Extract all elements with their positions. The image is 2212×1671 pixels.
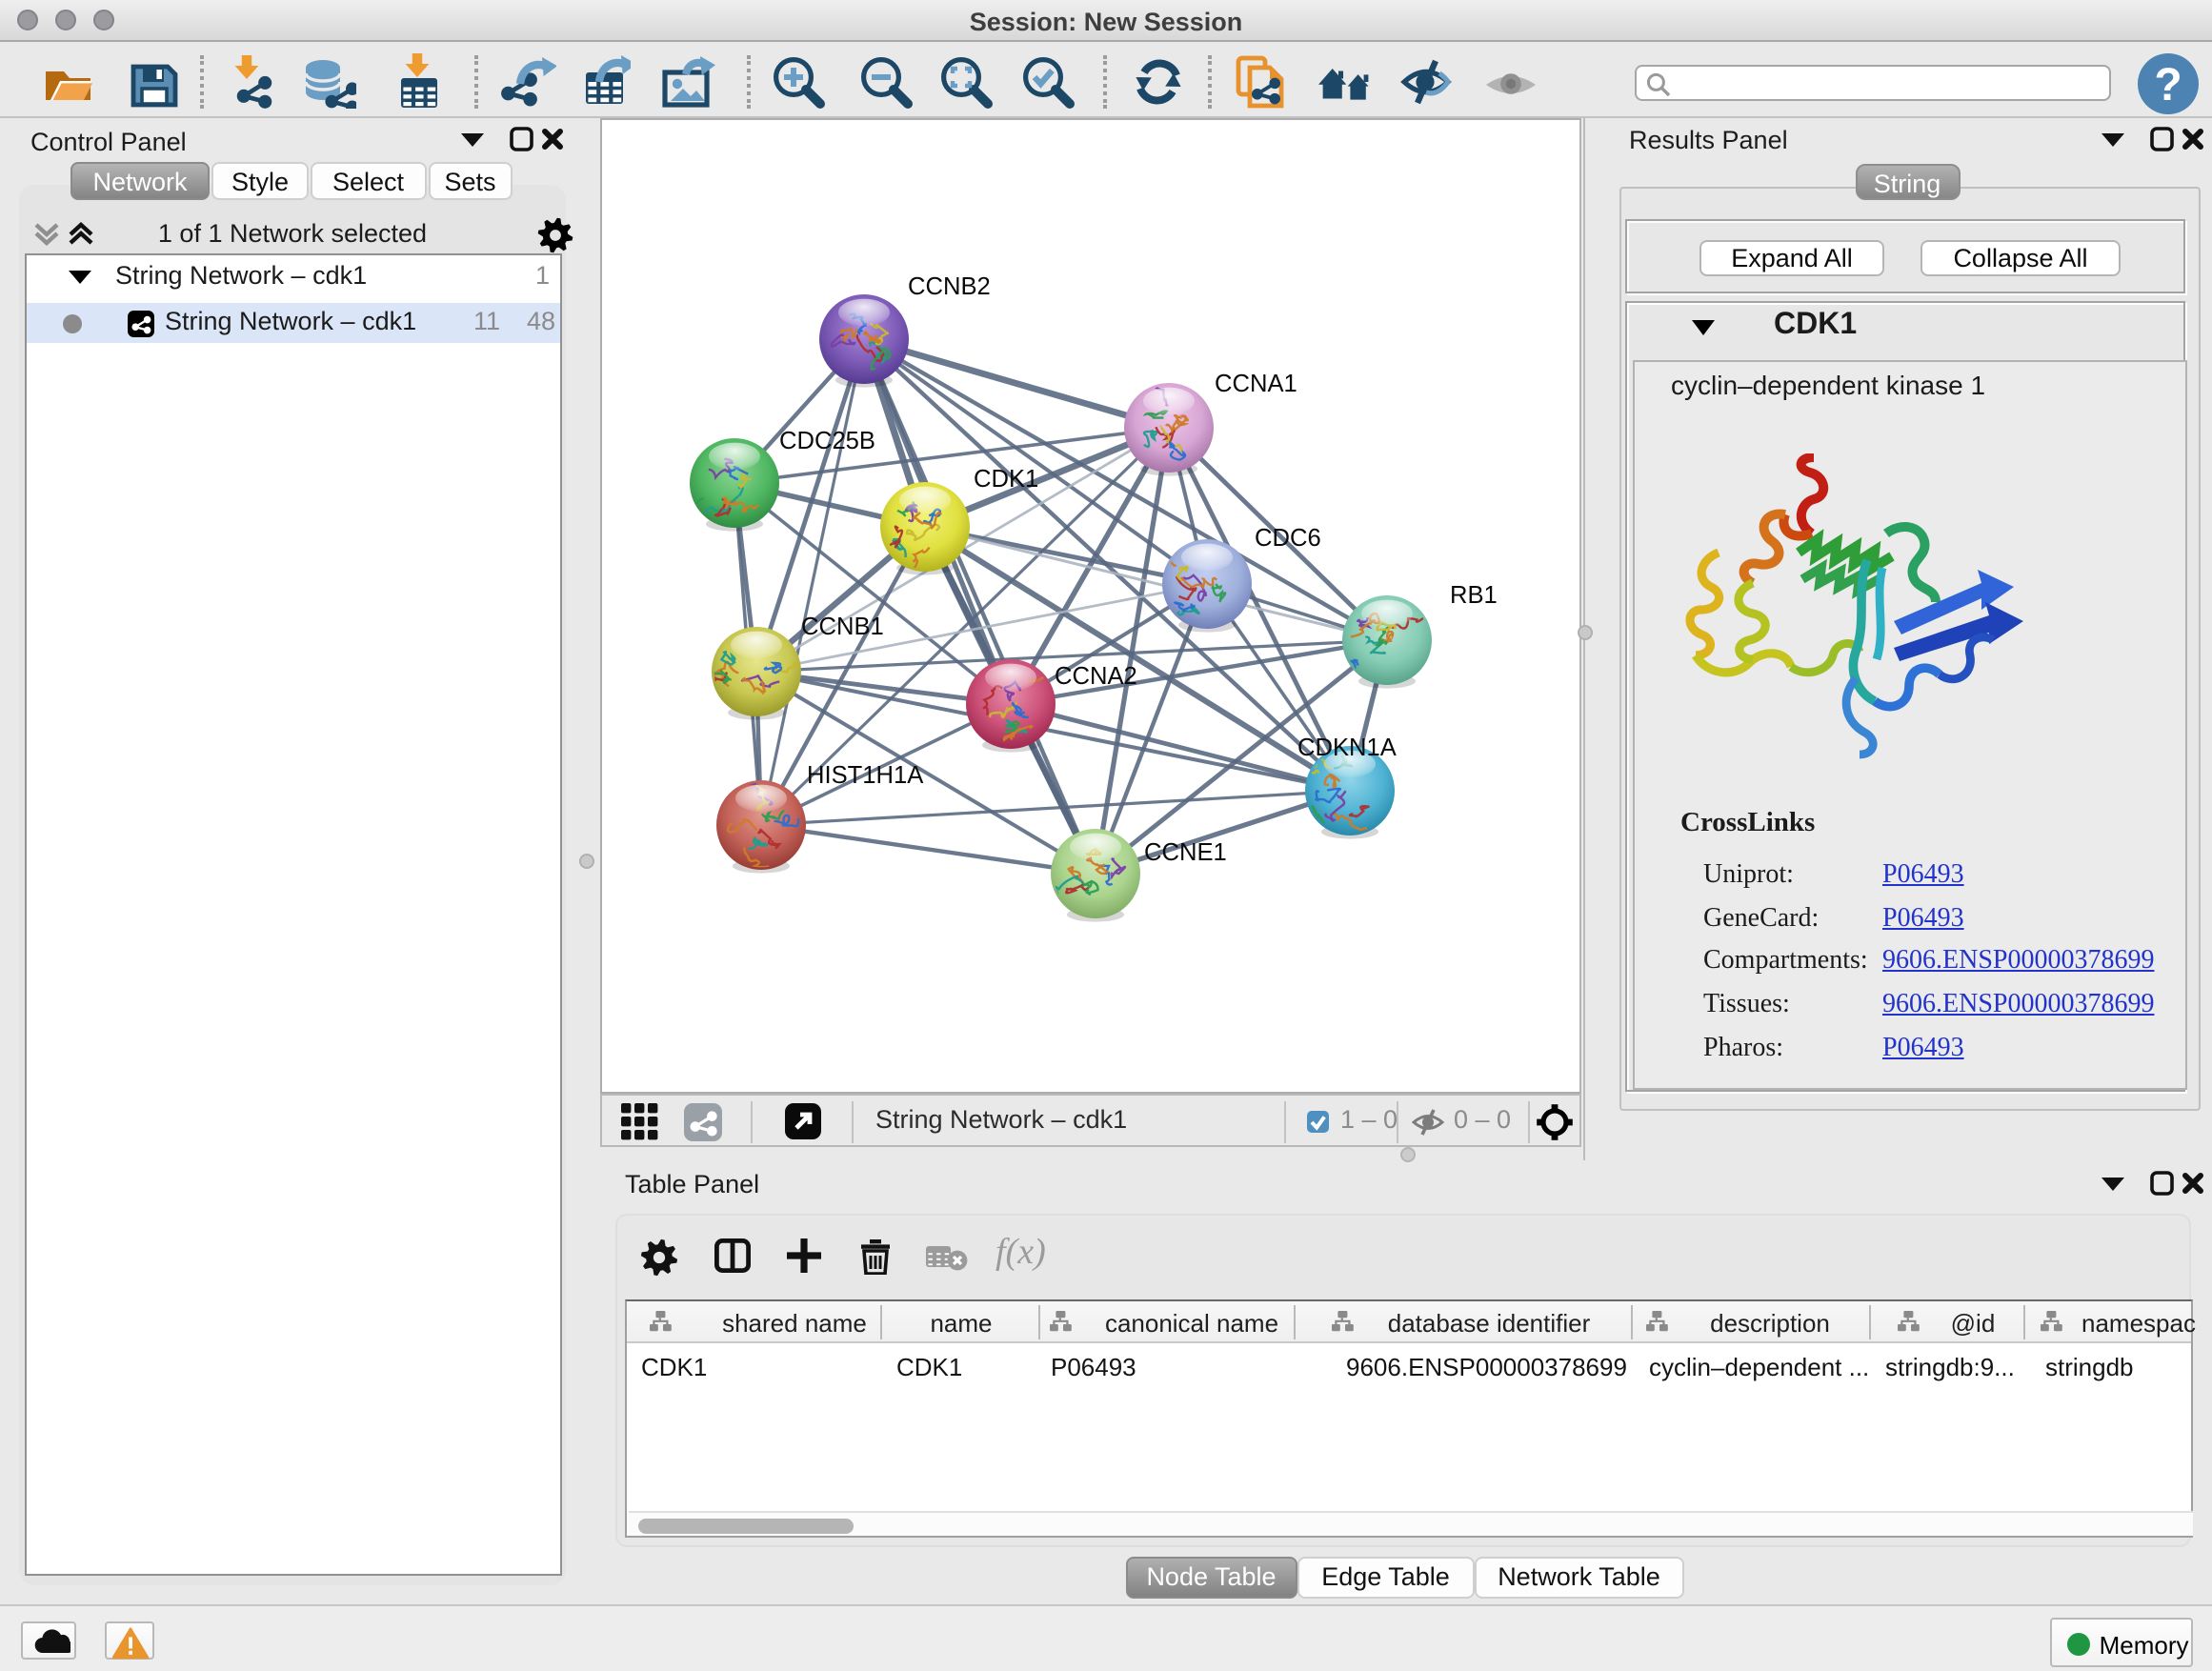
svg-text:CDC6: CDC6 — [1254, 525, 1320, 552]
svg-text:CDKN1A: CDKN1A — [1297, 735, 1397, 761]
svg-text:CCNA1: CCNA1 — [1214, 371, 1297, 397]
svg-text:HIST1H1A: HIST1H1A — [806, 762, 923, 789]
svg-text:CCNA2: CCNA2 — [1054, 663, 1136, 690]
svg-text:CCNB2: CCNB2 — [907, 273, 990, 300]
svg-text:?: ? — [2154, 59, 2182, 110]
svg-text:CCNB1: CCNB1 — [800, 614, 883, 640]
svg-text:RB1: RB1 — [1449, 582, 1497, 609]
svg-text:CDC25B: CDC25B — [778, 428, 875, 454]
svg-text:CDK1: CDK1 — [973, 466, 1037, 493]
svg-text:CCNE1: CCNE1 — [1143, 839, 1226, 866]
